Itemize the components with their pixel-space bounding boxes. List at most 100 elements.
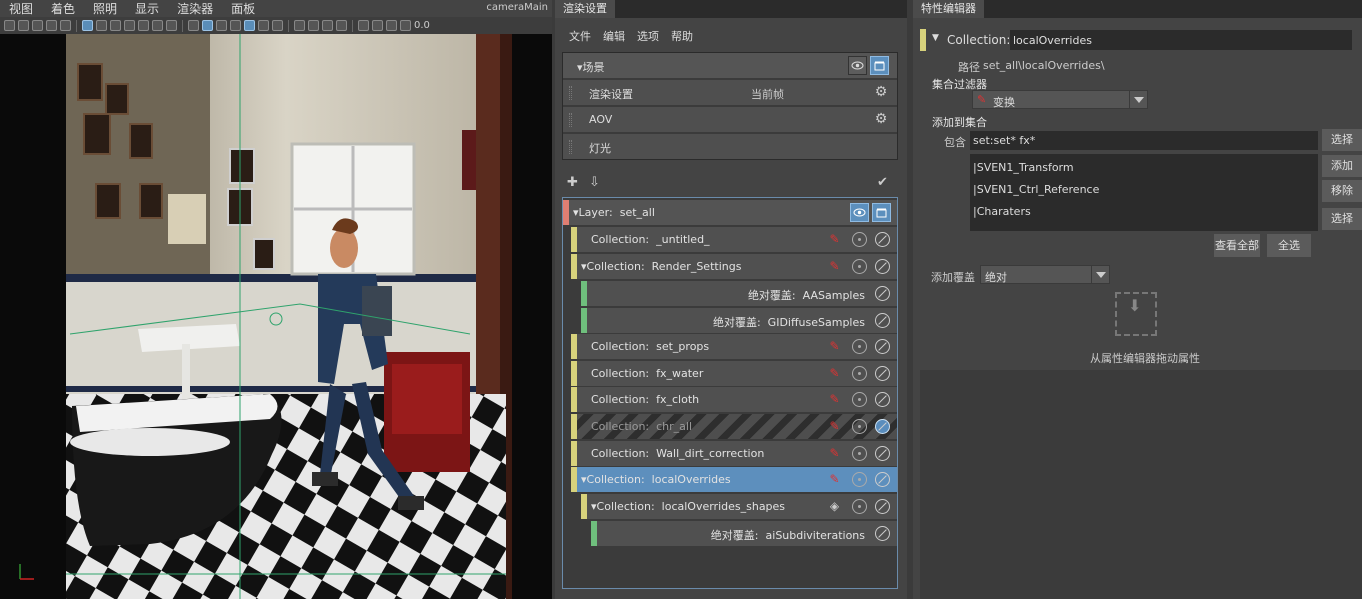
edit-override-icon[interactable]: ✎	[827, 472, 842, 487]
add-override-dropdown[interactable]: 绝对	[980, 265, 1110, 284]
layer-render-button[interactable]	[872, 203, 891, 222]
default-material-icon[interactable]	[216, 20, 227, 31]
grid-toggle-icon[interactable]	[82, 20, 93, 31]
select-expression-button[interactable]: 选择	[1322, 129, 1362, 151]
collection-row-local-overrides-shapes[interactable]: ▾Collection: localOverrides_shapes ◈	[581, 494, 897, 519]
import-icon[interactable]: ⇩	[589, 175, 605, 191]
render-setup-tab[interactable]: 渲染设置	[555, 0, 615, 18]
menu-panels[interactable]: 面板	[222, 0, 264, 17]
disable-icon[interactable]	[875, 366, 890, 381]
collection-row-fx-cloth[interactable]: Collection: fx_cloth ✎	[571, 387, 897, 412]
gear-icon[interactable]: ⚙	[873, 111, 889, 127]
isolate-icon[interactable]	[852, 419, 867, 434]
list-item[interactable]: |Charaters	[973, 205, 1031, 218]
collection-filter-dropdown[interactable]: ✎ 变换	[972, 90, 1148, 109]
collection-row-wall-dirt-correction[interactable]: Collection: Wall_dirt_correction ✎	[571, 441, 897, 466]
gate-mask-icon[interactable]	[124, 20, 135, 31]
scene-header[interactable]: ▾场景	[563, 53, 897, 78]
collection-row-set-props[interactable]: Collection: set_props ✎	[571, 334, 897, 359]
isolate-icon[interactable]	[852, 366, 867, 381]
collection-row-untitled[interactable]: Collection: _untitled_ ✎	[571, 227, 897, 252]
collection-member-list[interactable]: |SVEN1_Transform |SVEN1_Ctrl_Reference |…	[970, 154, 1318, 231]
view-all-button[interactable]: 查看全部	[1214, 234, 1260, 257]
smooth-shade-icon[interactable]	[202, 20, 213, 31]
edit-override-icon[interactable]: ✎	[827, 339, 842, 354]
disable-icon[interactable]	[875, 526, 890, 541]
menu-view[interactable]: 视图	[0, 0, 42, 17]
menu-file[interactable]: 文件	[569, 28, 591, 46]
disable-icon[interactable]	[875, 232, 890, 247]
select-member-button[interactable]: 选择	[1322, 208, 1362, 230]
isolate-icon[interactable]	[852, 259, 867, 274]
collection-row-fx-water[interactable]: Collection: fx_water ✎	[571, 361, 897, 386]
layer-visibility-button[interactable]	[850, 203, 869, 222]
resolution-gate-icon[interactable]	[110, 20, 121, 31]
film-gate-icon[interactable]	[96, 20, 107, 31]
edit-override-icon[interactable]: ✎	[827, 446, 842, 461]
remove-member-button[interactable]: 移除	[1322, 180, 1362, 202]
select-all-button[interactable]: 全选	[1267, 234, 1311, 257]
gamma-icon[interactable]	[372, 20, 383, 31]
include-expression-field[interactable]	[970, 131, 1318, 150]
disable-icon[interactable]	[875, 472, 890, 487]
drag-grip-icon[interactable]	[569, 86, 572, 100]
shape-filter-icon[interactable]: ◈	[827, 499, 842, 514]
menu-shading[interactable]: 着色	[42, 0, 84, 17]
camera-attr-icon[interactable]	[18, 20, 29, 31]
xray-icon[interactable]	[294, 20, 305, 31]
menu-options[interactable]: 选项	[637, 28, 659, 46]
safe-title-icon[interactable]	[166, 20, 177, 31]
checklist-icon[interactable]: ✔	[877, 175, 893, 191]
bookmark-icon[interactable]	[32, 20, 43, 31]
wireframe-icon[interactable]	[188, 20, 199, 31]
edit-override-icon[interactable]: ✎	[827, 419, 842, 434]
exposure-value[interactable]: 0.0	[414, 20, 430, 31]
isolate-select-icon[interactable]	[336, 20, 347, 31]
shadows-icon[interactable]	[258, 20, 269, 31]
image-plane-icon[interactable]	[46, 20, 57, 31]
viewport-scene-render[interactable]	[0, 34, 552, 599]
disable-icon[interactable]	[875, 286, 890, 301]
xray-joints-icon[interactable]	[322, 20, 333, 31]
override-row-gidiffusesamples[interactable]: 绝对覆盖: GIDiffuseSamples	[581, 308, 897, 333]
drag-grip-icon[interactable]	[569, 140, 572, 154]
scene-render-button[interactable]	[870, 56, 889, 75]
edit-override-icon[interactable]: ✎	[827, 392, 842, 407]
isolate-icon[interactable]	[852, 392, 867, 407]
camera-icon[interactable]	[4, 20, 15, 31]
menu-renderer[interactable]: 渲染器	[168, 0, 222, 17]
collection-row-chr-all[interactable]: Collection: chr_all ✎	[571, 414, 897, 439]
disable-icon[interactable]	[875, 259, 890, 274]
scene-row-aov[interactable]: AOV ⚙	[563, 107, 897, 132]
safe-action-icon[interactable]	[152, 20, 163, 31]
disable-icon[interactable]	[875, 392, 890, 407]
layer-row[interactable]: ▾Layer: set_all	[563, 200, 897, 225]
field-chart-icon[interactable]	[138, 20, 149, 31]
disable-icon[interactable]	[875, 419, 890, 434]
isolate-icon[interactable]	[852, 499, 867, 514]
property-editor-tab[interactable]: 特性编辑器	[913, 0, 984, 18]
occlusion-icon[interactable]	[272, 20, 283, 31]
exposure-icon[interactable]	[358, 20, 369, 31]
edit-override-icon[interactable]: ✎	[827, 366, 842, 381]
drag-grip-icon[interactable]	[569, 113, 572, 127]
override-row-aasamples[interactable]: 绝对覆盖: AASamples	[581, 281, 897, 306]
add-member-button[interactable]: 添加	[1322, 155, 1362, 177]
edit-override-icon[interactable]: ✎	[827, 259, 842, 274]
collection-row-local-overrides[interactable]: ▾Collection: localOverrides ✎	[571, 467, 897, 492]
create-layer-icon[interactable]: ✚	[567, 175, 583, 191]
scene-row-render-settings[interactable]: 渲染设置 当前帧 ⚙	[563, 80, 897, 105]
attribute-drop-zone[interactable]: ⬇	[1115, 292, 1157, 336]
menu-edit[interactable]: 编辑	[603, 28, 625, 46]
disable-icon[interactable]	[875, 339, 890, 354]
scene-row-lights[interactable]: 灯光	[563, 134, 897, 159]
menu-lighting[interactable]: 照明	[84, 0, 126, 17]
isolate-icon[interactable]	[852, 232, 867, 247]
color-manage-icon[interactable]	[386, 20, 397, 31]
collection-name-field[interactable]	[1010, 30, 1352, 50]
menu-show[interactable]: 显示	[126, 0, 168, 17]
isolate-icon[interactable]	[852, 339, 867, 354]
menu-help[interactable]: 帮助	[671, 28, 693, 46]
use-lights-icon[interactable]	[244, 20, 255, 31]
disable-icon[interactable]	[875, 313, 890, 328]
